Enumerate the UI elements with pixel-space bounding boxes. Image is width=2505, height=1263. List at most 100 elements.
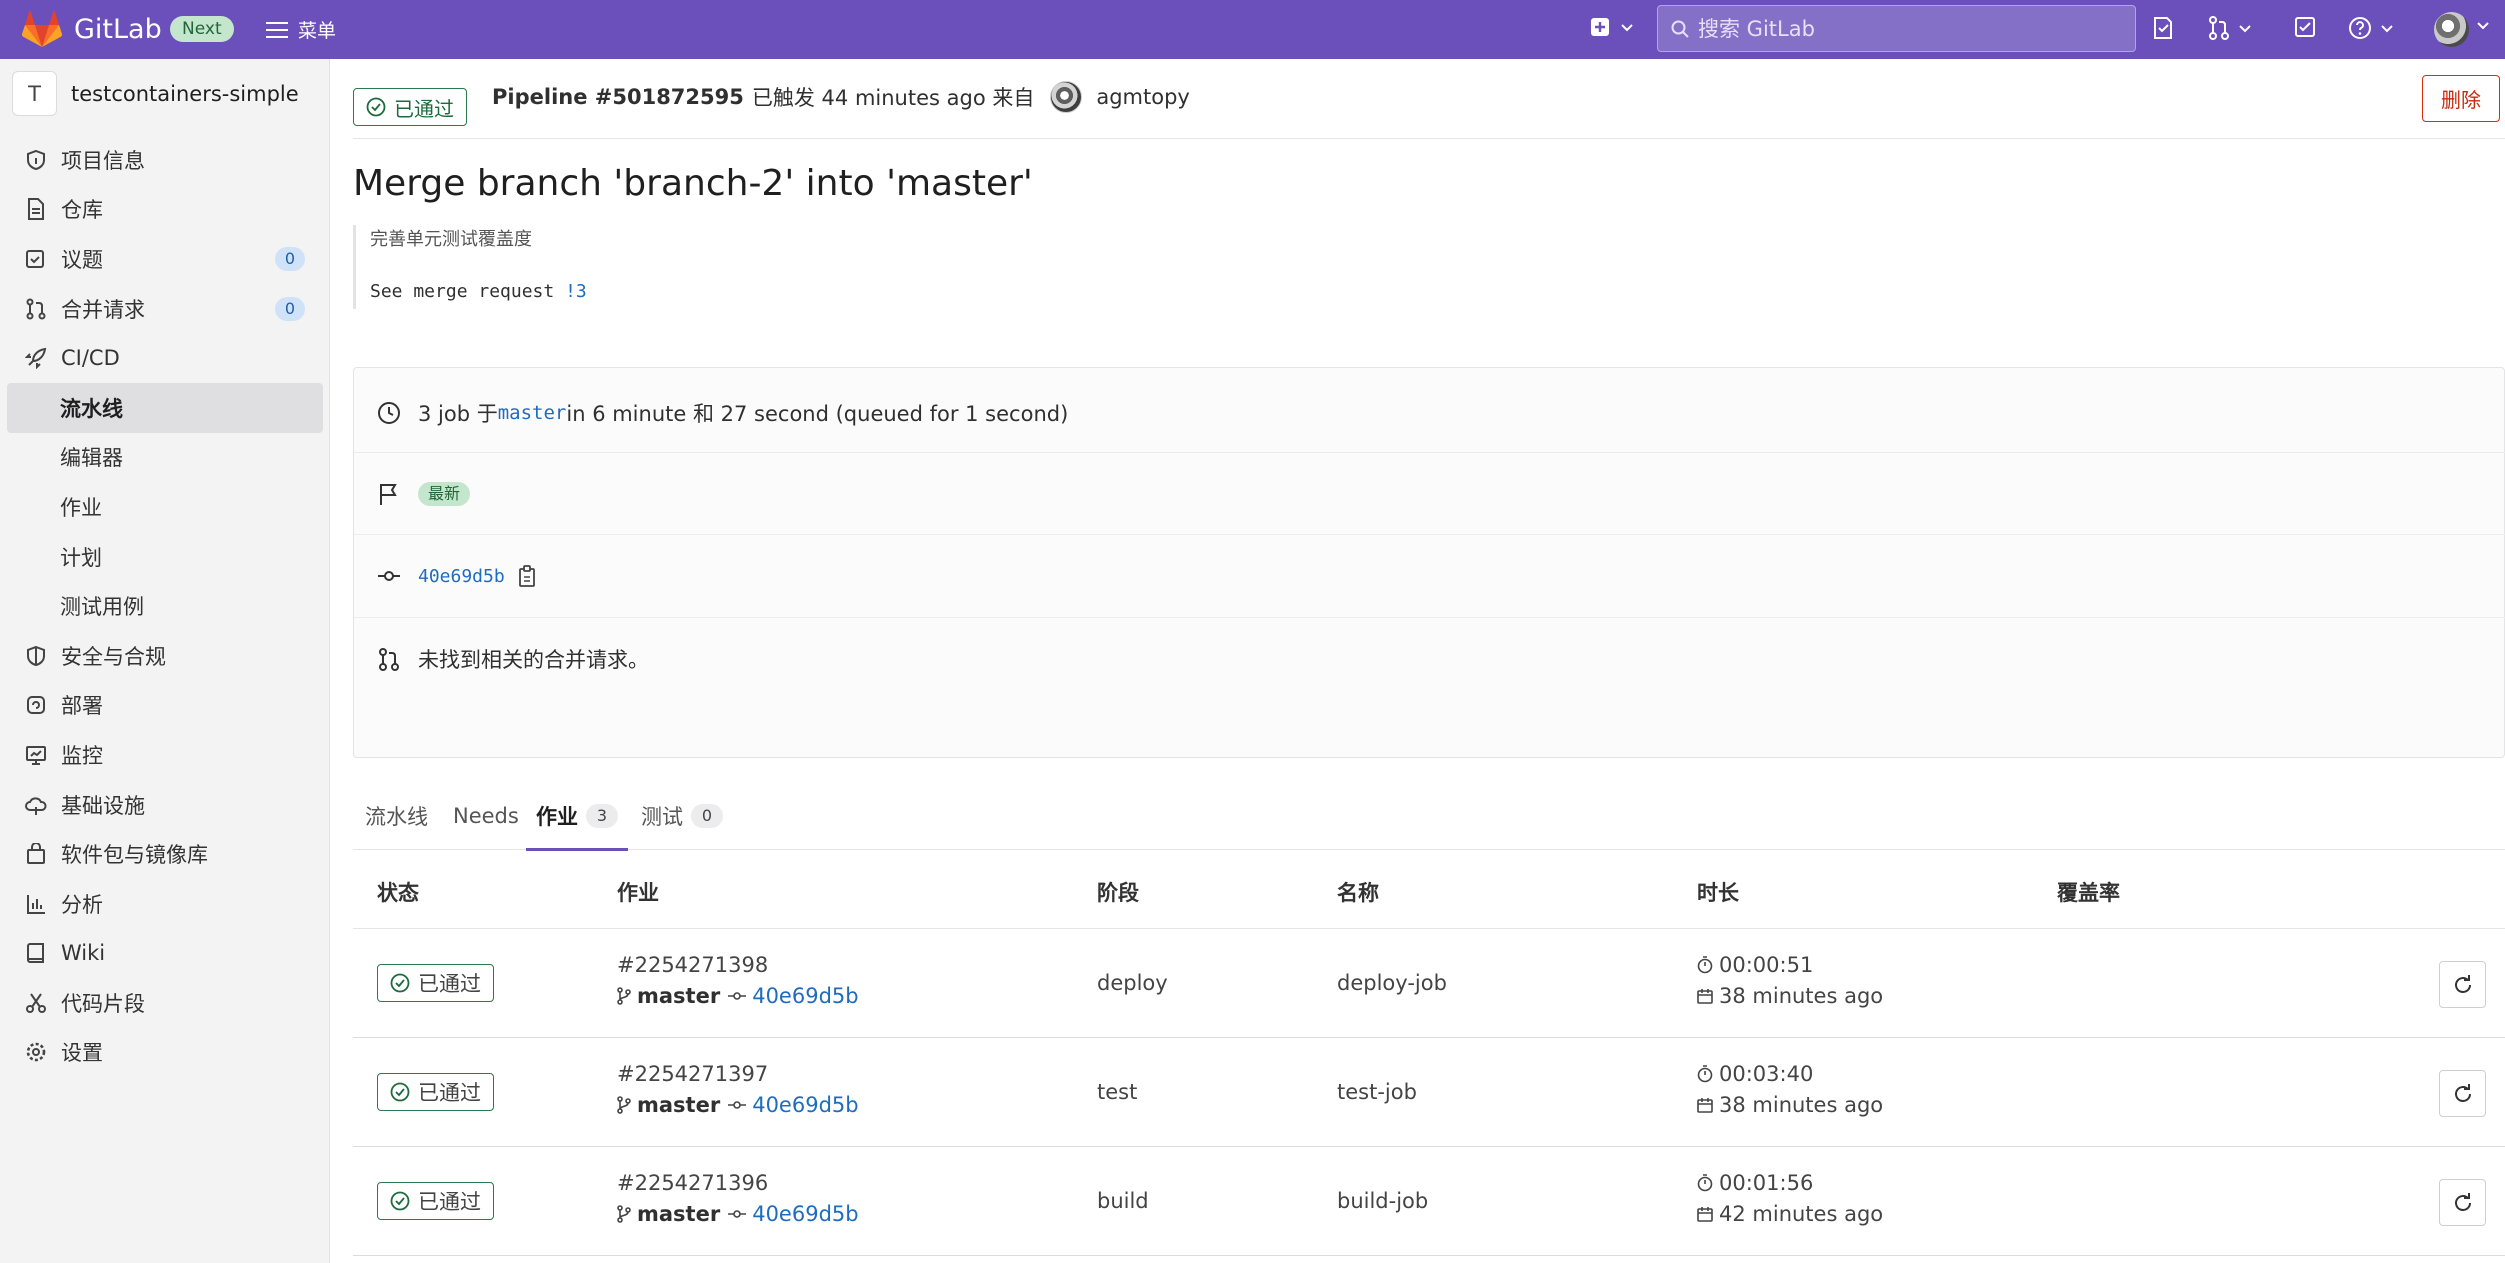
job-commit-link[interactable]: 40e69d5b: [752, 1202, 858, 1226]
check-circle-icon: [366, 97, 386, 117]
column-header-status: 状态: [377, 881, 419, 905]
sidebar-item-issues[interactable]: 议题 0: [7, 234, 323, 284]
job-branch-link[interactable]: master: [637, 984, 720, 1008]
book-icon: [24, 941, 48, 965]
brand-name[interactable]: GitLab: [74, 14, 162, 45]
chevron-down-icon: [1621, 24, 1633, 32]
job-status-badge[interactable]: 已通过: [377, 964, 494, 1002]
branch-icon: [617, 1205, 631, 1223]
calendar-icon: [1697, 1098, 1713, 1113]
menu-button[interactable]: 菜单: [266, 16, 336, 43]
help-top-button[interactable]: [2348, 16, 2396, 40]
retry-button[interactable]: [2439, 1179, 2486, 1226]
retry-icon: [2454, 974, 2471, 993]
pipeline-user-link[interactable]: agmtopy: [1096, 85, 1190, 109]
sidebar-item-test-cases[interactable]: 测试用例: [7, 581, 323, 631]
document-icon: [24, 197, 48, 221]
job-id-link[interactable]: #2254271397: [617, 1062, 768, 1086]
sidebar-item-security[interactable]: 安全与合规: [7, 631, 323, 681]
sidebar-item-label: 部署: [61, 694, 103, 719]
todos-top-button[interactable]: [2294, 16, 2316, 38]
next-badge[interactable]: Next: [170, 16, 234, 42]
pipeline-status-badge[interactable]: 已通过: [353, 88, 467, 126]
sidebar-item-editor[interactable]: 编辑器: [7, 433, 323, 483]
gitlab-logo-icon[interactable]: [22, 10, 62, 48]
column-header-duration: 时长: [1697, 881, 1739, 905]
timer-icon: [1697, 1174, 1713, 1192]
delete-button[interactable]: 删除: [2422, 75, 2500, 122]
job-commit-link[interactable]: 40e69d5b: [752, 1093, 858, 1117]
pipeline-info-box: 3 job 于 master in 6 minute 和 27 second (q…: [353, 367, 2505, 758]
tab-pipeline[interactable]: 流水线: [365, 781, 428, 850]
status-label: 已通过: [418, 1190, 481, 1214]
calendar-icon: [1697, 989, 1713, 1004]
sidebar-item-merge-requests[interactable]: 合并请求 0: [7, 284, 323, 334]
pipeline-triggered-text: 已触发 44 minutes ago 来自: [751, 86, 1035, 110]
job-branch-link[interactable]: master: [637, 1202, 720, 1226]
user-avatar-top[interactable]: [2434, 12, 2469, 47]
sidebar-item-packages[interactable]: 软件包与镜像库: [7, 829, 323, 879]
sidebar-item-settings[interactable]: 设置: [7, 1028, 323, 1078]
sidebar-item-repository[interactable]: 仓库: [7, 185, 323, 235]
project-header[interactable]: T testcontainers-simple: [12, 71, 299, 116]
job-status-badge[interactable]: 已通过: [377, 1073, 494, 1111]
search-box[interactable]: [1657, 5, 2136, 52]
job-duration: 00:03:40: [1697, 1062, 1813, 1086]
retry-icon: [2454, 1192, 2471, 1211]
commit-description-line: 完善单元测试覆盖度: [370, 229, 532, 250]
tab-needs[interactable]: Needs: [453, 781, 519, 850]
tab-tests[interactable]: 测试 0: [641, 781, 723, 850]
merge-requests-top-button[interactable]: [2208, 16, 2254, 40]
sidebar-item-label: 合并请求: [61, 297, 145, 322]
timer-icon: [1697, 956, 1713, 974]
sidebar-item-project-info[interactable]: 项目信息: [7, 135, 323, 185]
info-divider: [354, 534, 2505, 535]
sidebar-item-analytics[interactable]: 分析: [7, 879, 323, 929]
merge-request-row: 未找到相关的合并请求。: [376, 644, 649, 674]
job-status-badge[interactable]: 已通过: [377, 1182, 494, 1220]
user-menu-chevron[interactable]: [2474, 16, 2492, 34]
sidebar-item-schedules[interactable]: 计划: [7, 532, 323, 582]
retry-button[interactable]: [2439, 1070, 2486, 1117]
top-bar: GitLab Next 菜单: [0, 0, 2505, 59]
retry-icon: [2454, 1083, 2471, 1102]
search-input[interactable]: [1698, 16, 2118, 41]
tab-jobs[interactable]: 作业 3: [526, 781, 628, 851]
job-branch-link[interactable]: master: [637, 1093, 720, 1117]
sidebar-item-snippets[interactable]: 代码片段: [7, 978, 323, 1028]
copy-sha-button[interactable]: [518, 565, 537, 587]
job-id-link[interactable]: #2254271396: [617, 1171, 768, 1195]
job-commit-link[interactable]: 40e69d5b: [752, 984, 858, 1008]
sidebar-item-jobs[interactable]: 作业: [7, 482, 323, 532]
sidebar-item-monitor[interactable]: 监控: [7, 730, 323, 780]
new-dropdown-button[interactable]: [1590, 17, 1636, 37]
pipeline-info: Pipeline #501872595 已触发 44 minutes ago 来…: [492, 81, 1190, 113]
shield-icon: [24, 644, 48, 668]
avatar[interactable]: [1050, 81, 1083, 113]
no-merge-request-text: 未找到相关的合并请求。: [418, 648, 649, 672]
sidebar-item-wiki[interactable]: Wiki: [7, 929, 323, 979]
sidebar-item-label: 代码片段: [61, 991, 145, 1016]
todo-icon: [2295, 17, 2315, 37]
commit-title: Merge branch 'branch-2' into 'master': [353, 163, 1033, 204]
job-duration-value: 00:01:56: [1719, 1171, 1814, 1195]
sidebar-item-label: 作业: [60, 495, 102, 520]
job-finished: 42 minutes ago: [1697, 1202, 1883, 1226]
commit-icon: [728, 1210, 747, 1218]
retry-button[interactable]: [2439, 961, 2486, 1008]
issues-top-button[interactable]: [2152, 16, 2174, 40]
sidebar-item-cicd[interactable]: CI/CD: [7, 333, 323, 383]
branch-link[interactable]: master: [498, 402, 567, 424]
job-finished-value: 38 minutes ago: [1719, 1093, 1884, 1117]
rocket-icon: [24, 346, 48, 370]
sidebar-item-pipelines[interactable]: 流水线: [7, 382, 323, 433]
job-name: deploy-job: [1337, 971, 1447, 995]
commit-sha-link[interactable]: 40e69d5b: [418, 566, 505, 587]
sidebar-item-infrastructure[interactable]: 基础设施: [7, 780, 323, 830]
sidebar-item-deployments[interactable]: 部署: [7, 681, 323, 731]
sidebar-item-label: 计划: [60, 545, 102, 570]
tab-label: 作业: [536, 804, 578, 829]
merge-request-link[interactable]: !3: [565, 281, 587, 302]
snippet-icon: [24, 991, 48, 1015]
job-id-link[interactable]: #2254271398: [617, 953, 768, 977]
